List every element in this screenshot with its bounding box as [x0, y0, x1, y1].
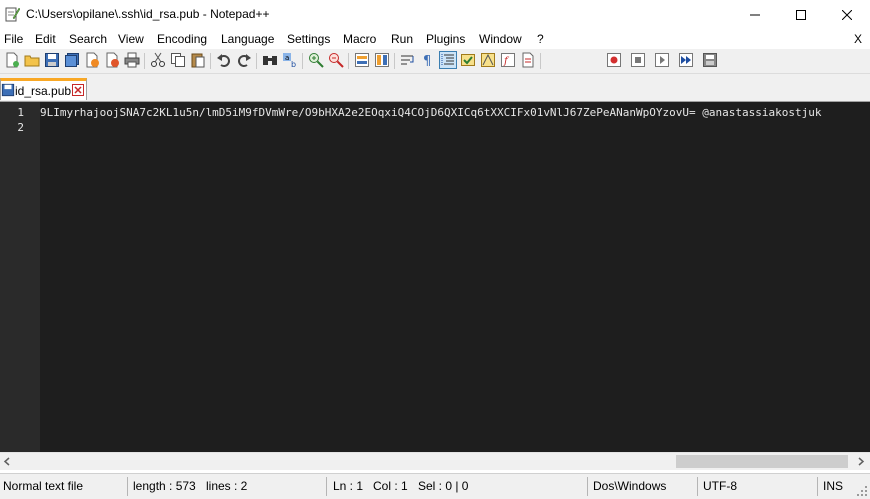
status-insert-mode: INS	[823, 479, 844, 493]
new-file-icon[interactable]	[4, 52, 20, 68]
run-macro-multiple-icon[interactable]	[678, 52, 694, 68]
svg-text:¶: ¶	[423, 54, 431, 68]
show-all-characters-icon[interactable]: ¶	[420, 52, 436, 68]
line-number: 2	[17, 121, 24, 134]
status-selection: Sel : 0 | 0	[418, 479, 469, 493]
sync-horizontal-icon[interactable]	[374, 52, 390, 68]
close-icon	[842, 10, 852, 20]
indent-guide-icon[interactable]	[439, 51, 457, 69]
maximize-icon	[796, 10, 806, 20]
word-wrap-icon[interactable]	[400, 52, 416, 68]
line-number-gutter: 1 2	[0, 102, 40, 452]
toolbar-separator	[348, 53, 349, 69]
menu-macro[interactable]: Macro	[343, 32, 376, 46]
copy-icon[interactable]	[170, 52, 186, 68]
open-file-icon[interactable]	[24, 52, 40, 68]
toolbar-separator	[540, 53, 541, 69]
window-title: C:\Users\opilane\.ssh\id_rsa.pub - Notep…	[26, 7, 270, 21]
menu-window[interactable]: Window	[479, 32, 522, 46]
status-length: length : 573	[133, 479, 196, 493]
menu-plugins[interactable]: Plugins	[426, 32, 465, 46]
menu-help[interactable]: ?	[537, 32, 544, 46]
playback-macro-icon[interactable]	[654, 52, 670, 68]
tab-label: id_rsa.pub	[15, 84, 72, 98]
saved-file-icon	[1, 83, 15, 97]
status-eol-format: Dos\Windows	[593, 479, 667, 493]
menu-file[interactable]: File	[4, 32, 23, 46]
record-macro-icon[interactable]	[606, 52, 622, 68]
document-map-icon[interactable]	[480, 52, 496, 68]
paste-icon[interactable]	[190, 52, 206, 68]
scrollbar-thumb[interactable]	[676, 455, 848, 468]
toolbar-separator	[256, 53, 257, 69]
status-bar: Normal text file length : 573 lines : 2 …	[0, 473, 870, 499]
close-all-icon[interactable]	[104, 52, 120, 68]
toolbar-separator	[210, 53, 211, 69]
toolbar-separator	[302, 53, 303, 69]
stop-recording-icon[interactable]	[630, 52, 646, 68]
tab-bar: id_rsa.pub	[0, 74, 870, 102]
sync-vertical-icon[interactable]	[354, 52, 370, 68]
zoom-in-icon[interactable]	[308, 52, 324, 68]
tab-id-rsa-pub[interactable]: id_rsa.pub	[0, 78, 87, 100]
menu-run[interactable]: Run	[391, 32, 413, 46]
menu-search[interactable]: Search	[69, 32, 107, 46]
redo-icon[interactable]	[236, 52, 252, 68]
maximize-button[interactable]	[778, 0, 824, 30]
save-macro-icon[interactable]	[702, 52, 718, 68]
title-bar: C:\Users\opilane\.ssh\id_rsa.pub - Notep…	[0, 0, 870, 30]
menu-edit[interactable]: Edit	[35, 32, 56, 46]
status-line-number: Ln : 1	[333, 479, 364, 493]
code-line[interactable]: 9LImyrhajoojSNA7c2KL1u5n/lmD5iM9fDVmWre/…	[40, 106, 821, 119]
folder-as-workspace-icon[interactable]	[520, 52, 536, 68]
menu-view[interactable]: View	[118, 32, 144, 46]
function-list-icon[interactable]: f	[500, 52, 516, 68]
status-separator	[697, 477, 698, 496]
status-separator	[326, 477, 327, 496]
zoom-out-icon[interactable]	[328, 52, 344, 68]
save-all-icon[interactable]	[64, 52, 80, 68]
save-icon[interactable]	[44, 52, 60, 68]
minimize-button[interactable]	[732, 0, 778, 30]
status-separator	[127, 477, 128, 496]
scroll-right-icon[interactable]	[856, 457, 865, 466]
status-lines: lines : 2	[206, 479, 248, 493]
menu-bar: File Edit Search View Encoding Language …	[0, 30, 870, 49]
horizontal-scrollbar[interactable]	[0, 452, 870, 470]
toolbar-separator	[394, 53, 395, 69]
toolbar-separator	[144, 53, 145, 69]
close-document-button[interactable]: X	[854, 32, 862, 46]
svg-text:a: a	[285, 54, 289, 62]
notepad-plus-plus-icon	[5, 7, 20, 22]
status-column: Col : 1	[373, 479, 408, 493]
line-number: 1	[17, 106, 24, 119]
editor-area[interactable]: 1 2 9LImyrhajoojSNA7c2KL1u5n/lmD5iM9fDVm…	[0, 102, 870, 452]
svg-text:b: b	[291, 60, 296, 68]
resize-grip-icon[interactable]	[856, 485, 868, 497]
close-button[interactable]	[824, 0, 870, 30]
status-separator	[587, 477, 588, 496]
find-icon[interactable]	[262, 52, 278, 68]
minimize-icon	[750, 14, 760, 16]
close-file-icon[interactable]	[84, 52, 100, 68]
undo-icon[interactable]	[216, 52, 232, 68]
menu-settings[interactable]: Settings	[287, 32, 330, 46]
close-tab-icon[interactable]	[72, 84, 84, 96]
cut-icon[interactable]	[150, 52, 166, 68]
toolbar: ab ¶ f	[0, 49, 870, 74]
menu-language[interactable]: Language	[221, 32, 274, 46]
status-file-type: Normal text file	[3, 479, 84, 493]
user-language-icon[interactable]	[460, 52, 476, 68]
scroll-left-icon[interactable]	[3, 457, 12, 466]
menu-encoding[interactable]: Encoding	[157, 32, 207, 46]
replace-icon[interactable]: ab	[282, 52, 298, 68]
print-icon[interactable]	[124, 52, 140, 68]
status-separator	[817, 477, 818, 496]
status-encoding: UTF-8	[703, 479, 737, 493]
